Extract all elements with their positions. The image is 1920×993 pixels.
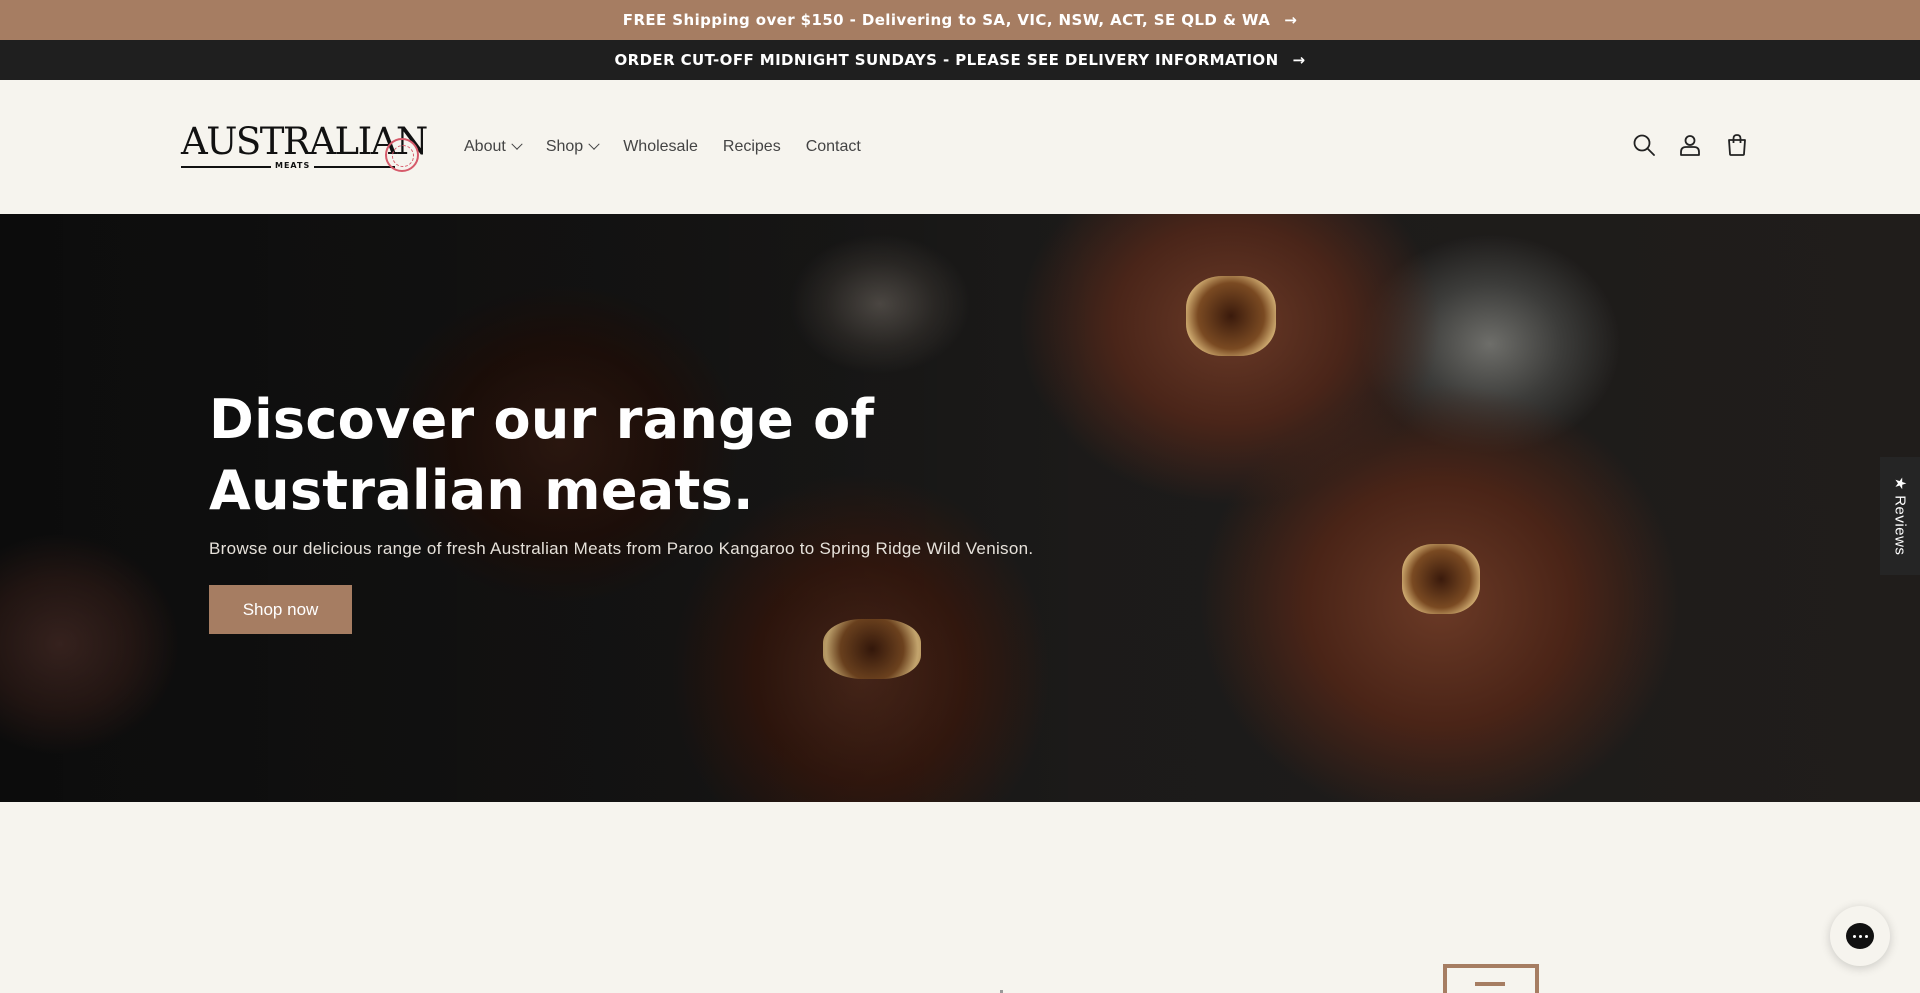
chevron-down-icon [588, 138, 600, 150]
nav-item-about[interactable]: About [464, 132, 523, 162]
hero-banner: Discover our range of Australian meats. … [0, 214, 1920, 802]
cutoff-announcement-text: ORDER CUT-OFF MIDNIGHT SUNDAYS - PLEASE … [614, 51, 1279, 69]
reviews-tab[interactable]: ★ Reviews [1880, 457, 1920, 575]
chevron-down-icon [511, 138, 523, 150]
hero-image-detail [1402, 544, 1480, 614]
logo-seal-icon [385, 138, 419, 172]
nav-item-wholesale[interactable]: Wholesale [623, 132, 698, 162]
reviews-tab-label: ★ Reviews [1891, 476, 1909, 556]
cutoff-announcement-bar[interactable]: ORDER CUT-OFF MIDNIGHT SUNDAYS - PLEASE … [0, 40, 1920, 80]
nav-item-label: Contact [805, 138, 861, 155]
cart-icon[interactable] [1724, 132, 1750, 158]
shipping-announcement-text: FREE Shipping over $150 - Delivering to … [622, 11, 1271, 29]
hero-image-detail [1186, 276, 1276, 356]
arrow-right-icon: → [1292, 51, 1306, 69]
logo[interactable]: AUSTRALIAN MEATS [181, 120, 428, 180]
nav-item-label: Recipes [722, 138, 781, 155]
arrow-right-icon: → [1284, 11, 1298, 29]
account-icon[interactable] [1677, 132, 1703, 158]
site-header: AUSTRALIAN MEATS About Shop Wholesale Re… [0, 80, 1920, 214]
nav-item-label: Wholesale [623, 138, 698, 155]
nav-item-contact[interactable]: Contact [806, 132, 861, 162]
chat-bubble-icon [1846, 923, 1874, 949]
nav-item-label: About [464, 138, 506, 155]
section-icon [1443, 964, 1539, 993]
logo-subtitle: MEATS [271, 161, 315, 170]
nav-item-label: Shop [545, 138, 584, 155]
search-icon[interactable] [1631, 132, 1657, 158]
nav-item-recipes[interactable]: Recipes [723, 132, 781, 162]
main-nav: About Shop Wholesale Recipes Contact [464, 132, 886, 162]
hero-subtitle: Browse our delicious range of fresh Aust… [209, 539, 1034, 558]
shop-now-button[interactable]: Shop now [209, 585, 352, 634]
nav-item-shop[interactable]: Shop [545, 132, 600, 162]
shipping-announcement-bar[interactable]: FREE Shipping over $150 - Delivering to … [0, 0, 1920, 40]
hero-title: Discover our range of Australian meats. [209, 388, 875, 522]
chat-button[interactable] [1830, 906, 1890, 966]
